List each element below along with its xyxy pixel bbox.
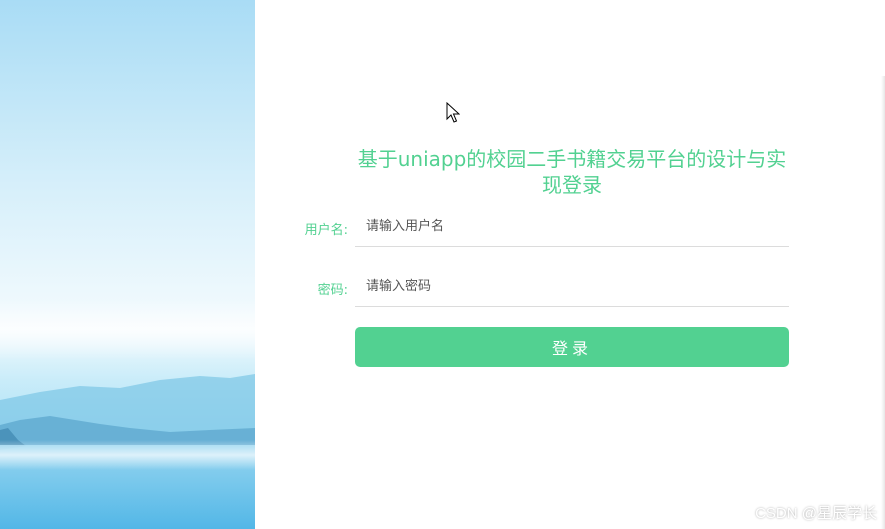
csdn-watermark: CSDN @星辰学长: [755, 505, 877, 522]
password-input[interactable]: [355, 266, 786, 306]
login-title: 基于uniapp的校园二手书籍交易平台的设计与实现登录: [357, 147, 787, 197]
login-button[interactable]: 登录: [355, 327, 789, 367]
background-scenery-image: [0, 0, 255, 529]
login-page: 基于uniapp的校园二手书籍交易平台的设计与实现登录 用户名: 密码: 登录 …: [0, 0, 885, 529]
password-label: 密码:: [317, 283, 348, 298]
username-label: 用户名:: [304, 223, 348, 238]
username-field-wrapper: [355, 206, 789, 247]
mouse-pointer-icon: [446, 102, 460, 123]
right-edge-shadow: [881, 76, 885, 529]
password-field-wrapper: [355, 266, 789, 307]
username-input[interactable]: [355, 206, 786, 246]
